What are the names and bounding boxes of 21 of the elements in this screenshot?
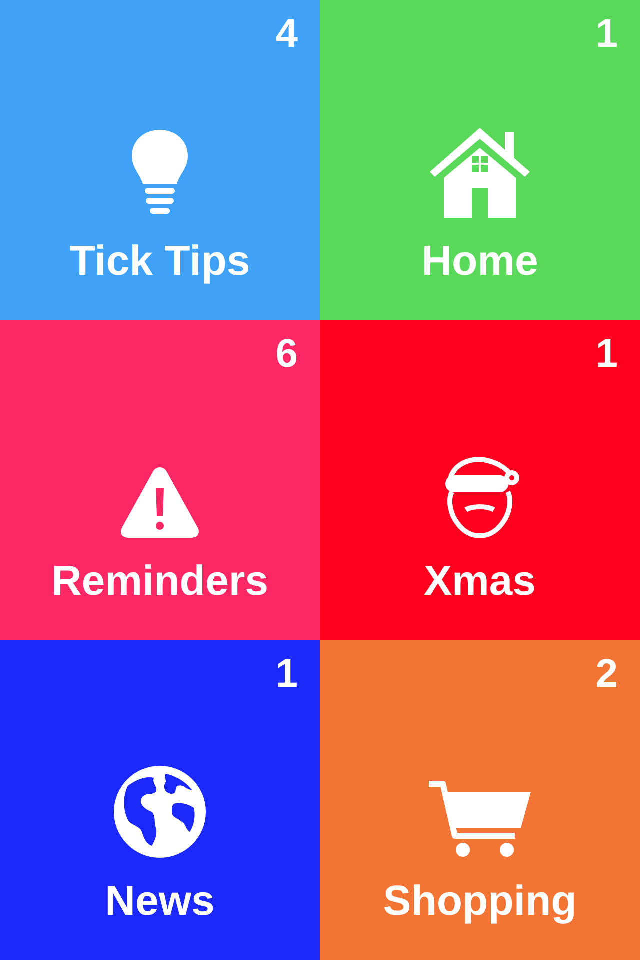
- category-tile[interactable]: 1 Xmas: [320, 320, 640, 640]
- tile-label: News: [105, 880, 215, 922]
- item-count: 6: [276, 334, 298, 374]
- category-tile[interactable]: 6 Reminders: [0, 320, 320, 640]
- item-count: 1: [276, 654, 298, 694]
- category-tile[interactable]: 1 News: [0, 640, 320, 960]
- cart-icon: [427, 778, 533, 858]
- tile-label: Tick Tips: [70, 240, 250, 282]
- tile-label: Home: [422, 240, 538, 282]
- item-count: 1: [596, 14, 618, 54]
- tile-label: Reminders: [51, 560, 269, 602]
- item-count: 4: [276, 14, 298, 54]
- warning-icon: [120, 466, 200, 538]
- category-tile[interactable]: 2 Shopping: [320, 640, 640, 960]
- tile-label: Shopping: [383, 880, 577, 922]
- item-count: 2: [596, 654, 618, 694]
- category-tile[interactable]: 4 Tick Tips: [0, 0, 320, 320]
- house-icon: [428, 126, 532, 218]
- tile-label: Xmas: [424, 560, 536, 602]
- item-count: 1: [596, 334, 618, 374]
- globe-icon: [114, 766, 206, 858]
